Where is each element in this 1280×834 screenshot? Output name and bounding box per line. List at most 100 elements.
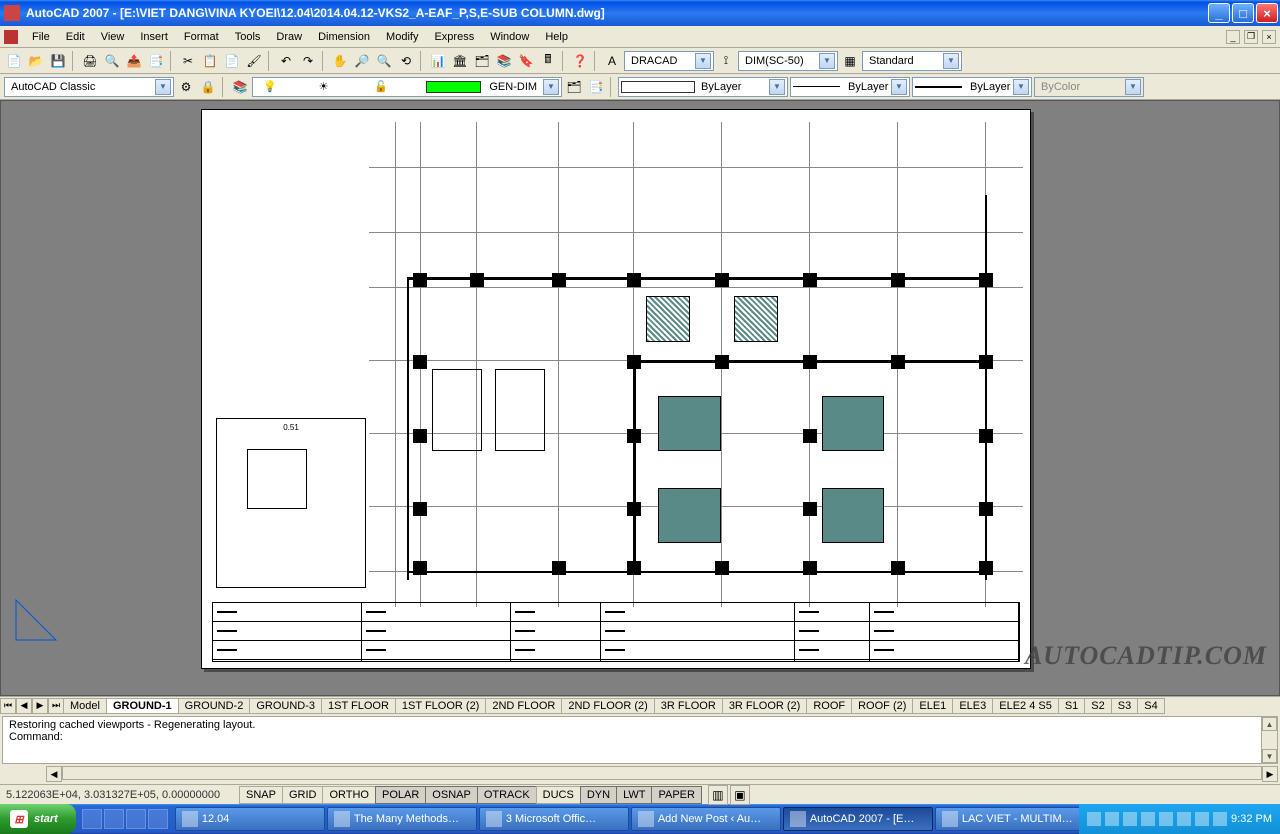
layout-tab[interactable]: GROUND-3 bbox=[249, 698, 322, 714]
mdi-close-button[interactable]: × bbox=[1262, 30, 1276, 44]
chevron-down-icon[interactable]: ▼ bbox=[1013, 79, 1029, 95]
chevron-down-icon[interactable]: ▼ bbox=[155, 79, 171, 95]
layout-tab[interactable]: ROOF (2) bbox=[851, 698, 913, 714]
drawing-area[interactable]: 0.51 bbox=[0, 100, 1280, 696]
status-toggle-dyn[interactable]: DYN bbox=[580, 786, 617, 804]
dimstyle-combo[interactable]: DIM(SC-50) ▼ bbox=[738, 51, 838, 71]
mdi-minimize-button[interactable]: _ bbox=[1226, 30, 1240, 44]
layout-tab[interactable]: GROUND-1 bbox=[106, 698, 179, 714]
layout-tab[interactable]: 3R FLOOR bbox=[654, 698, 723, 714]
menu-tools[interactable]: Tools bbox=[227, 29, 269, 45]
sheetset-icon[interactable]: 📑 bbox=[146, 51, 166, 71]
window-close-button[interactable]: × bbox=[1256, 3, 1278, 23]
zoom-rt-icon[interactable]: 🔎 bbox=[352, 51, 372, 71]
color-combo[interactable]: ByLayer ▼ bbox=[618, 77, 788, 97]
layout-tab[interactable]: Model bbox=[64, 698, 107, 714]
status-toggle-ducs[interactable]: DUCS bbox=[536, 786, 581, 804]
tray-icon[interactable] bbox=[1123, 812, 1137, 826]
tray-icon[interactable] bbox=[1087, 812, 1101, 826]
pan-icon[interactable]: ✋ bbox=[330, 51, 350, 71]
chevron-down-icon[interactable]: ▼ bbox=[819, 53, 835, 69]
menu-draw[interactable]: Draw bbox=[268, 29, 310, 45]
window-maximize-button[interactable]: □ bbox=[1232, 3, 1254, 23]
tab-first-icon[interactable]: ⏮ bbox=[0, 698, 16, 714]
redo-icon[interactable]: ↷ bbox=[298, 51, 318, 71]
save-icon[interactable]: 💾 bbox=[48, 51, 68, 71]
menu-file[interactable]: File bbox=[24, 29, 58, 45]
layout-tab[interactable]: ELE3 bbox=[952, 698, 993, 714]
help-icon[interactable]: ❓ bbox=[570, 51, 590, 71]
tray-icon[interactable] bbox=[1105, 812, 1119, 826]
cmd-scroll-left-icon[interactable]: ◀ bbox=[46, 766, 62, 782]
designcenter-icon[interactable]: 🏛 bbox=[450, 51, 470, 71]
layout-tab[interactable]: S3 bbox=[1111, 698, 1138, 714]
chevron-down-icon[interactable]: ▼ bbox=[543, 79, 559, 95]
status-toggle-osnap[interactable]: OSNAP bbox=[425, 786, 478, 804]
menu-help[interactable]: Help bbox=[537, 29, 576, 45]
quick-launch-icon[interactable] bbox=[104, 809, 124, 829]
status-toggle-lwt[interactable]: LWT bbox=[616, 786, 652, 804]
layout-tab[interactable]: ROOF bbox=[806, 698, 852, 714]
undo-icon[interactable]: ↶ bbox=[276, 51, 296, 71]
taskbar-task[interactable]: LAC VIET - MULTIM… bbox=[935, 807, 1079, 831]
zoom-win-icon[interactable]: 🔍 bbox=[374, 51, 394, 71]
maximize-viewport-icon[interactable]: ▣ bbox=[730, 785, 750, 805]
tablestyle-combo[interactable]: Standard ▼ bbox=[862, 51, 962, 71]
layout-tab[interactable]: 2ND FLOOR (2) bbox=[561, 698, 654, 714]
tab-prev-icon[interactable]: ◀ bbox=[16, 698, 32, 714]
copy-icon[interactable]: 📋 bbox=[200, 51, 220, 71]
preview-icon[interactable]: 🔍 bbox=[102, 51, 122, 71]
layout-tab[interactable]: 3R FLOOR (2) bbox=[722, 698, 808, 714]
menu-format[interactable]: Format bbox=[176, 29, 227, 45]
plot-icon[interactable]: 🖨 bbox=[80, 51, 100, 71]
coordinates-readout[interactable]: 5.122063E+04, 3.031327E+05, 0.00000000 bbox=[0, 789, 240, 801]
menu-modify[interactable]: Modify bbox=[378, 29, 426, 45]
chevron-down-icon[interactable]: ▼ bbox=[943, 53, 959, 69]
lineweight-combo[interactable]: ByLayer ▼ bbox=[912, 77, 1032, 97]
layout-tab[interactable]: S4 bbox=[1137, 698, 1164, 714]
command-window[interactable]: Restoring cached viewports - Regeneratin… bbox=[2, 716, 1278, 764]
menu-express[interactable]: Express bbox=[426, 29, 482, 45]
publish-icon[interactable]: 📤 bbox=[124, 51, 144, 71]
window-minimize-button[interactable]: _ bbox=[1208, 3, 1230, 23]
layout-tab[interactable]: 2ND FLOOR bbox=[485, 698, 562, 714]
layout-tab[interactable]: 1ST FLOOR bbox=[321, 698, 396, 714]
linetype-combo[interactable]: ByLayer ▼ bbox=[790, 77, 910, 97]
layer-states-icon[interactable]: 📑 bbox=[586, 77, 606, 97]
new-icon[interactable]: 📄 bbox=[4, 51, 24, 71]
workspace-lock-icon[interactable]: 🔒 bbox=[198, 77, 218, 97]
taskbar-task[interactable]: Add New Post ‹ Au… bbox=[631, 807, 781, 831]
layout-tab[interactable]: S2 bbox=[1084, 698, 1111, 714]
layout-tab[interactable]: S1 bbox=[1058, 698, 1085, 714]
chevron-down-icon[interactable]: ▼ bbox=[891, 79, 907, 95]
properties-icon[interactable]: 📊 bbox=[428, 51, 448, 71]
cmd-h-scrollbar[interactable] bbox=[62, 766, 1262, 780]
dimstyle-icon[interactable]: ⟟ bbox=[716, 51, 736, 71]
model-space-toggle-icon[interactable]: ▥ bbox=[708, 785, 728, 805]
cmd-scroll-right-icon[interactable]: ▶ bbox=[1262, 766, 1278, 782]
tray-icon[interactable] bbox=[1177, 812, 1191, 826]
cut-icon[interactable]: ✂ bbox=[178, 51, 198, 71]
tab-next-icon[interactable]: ▶ bbox=[32, 698, 48, 714]
menu-window[interactable]: Window bbox=[482, 29, 537, 45]
quick-launch-icon[interactable] bbox=[82, 809, 102, 829]
command-scrollbar[interactable]: ▲ ▼ bbox=[1261, 717, 1277, 763]
tray-icon[interactable] bbox=[1141, 812, 1155, 826]
quick-launch-icon[interactable] bbox=[126, 809, 146, 829]
status-toggle-otrack[interactable]: OTRACK bbox=[477, 786, 537, 804]
paste-icon[interactable]: 📄 bbox=[222, 51, 242, 71]
scroll-up-icon[interactable]: ▲ bbox=[1262, 717, 1277, 731]
layout-tab[interactable]: ELE2 4 S5 bbox=[992, 698, 1059, 714]
mdi-restore-button[interactable]: ❐ bbox=[1244, 30, 1258, 44]
layer-manager-icon[interactable]: 📚 bbox=[230, 77, 250, 97]
status-toggle-grid[interactable]: GRID bbox=[282, 786, 324, 804]
layout-tab[interactable]: 1ST FLOOR (2) bbox=[395, 698, 486, 714]
status-toggle-paper[interactable]: PAPER bbox=[651, 786, 701, 804]
tab-last-icon[interactable]: ⏭ bbox=[48, 698, 64, 714]
taskbar-task[interactable]: AutoCAD 2007 - [E… bbox=[783, 807, 933, 831]
taskbar-task[interactable]: 3 Microsoft Offic… bbox=[479, 807, 629, 831]
toolpalettes-icon[interactable]: 🗂 bbox=[472, 51, 492, 71]
workspace-settings-icon[interactable]: ⚙ bbox=[176, 77, 196, 97]
status-toggle-ortho[interactable]: ORTHO bbox=[322, 786, 376, 804]
tray-icon[interactable] bbox=[1195, 812, 1209, 826]
